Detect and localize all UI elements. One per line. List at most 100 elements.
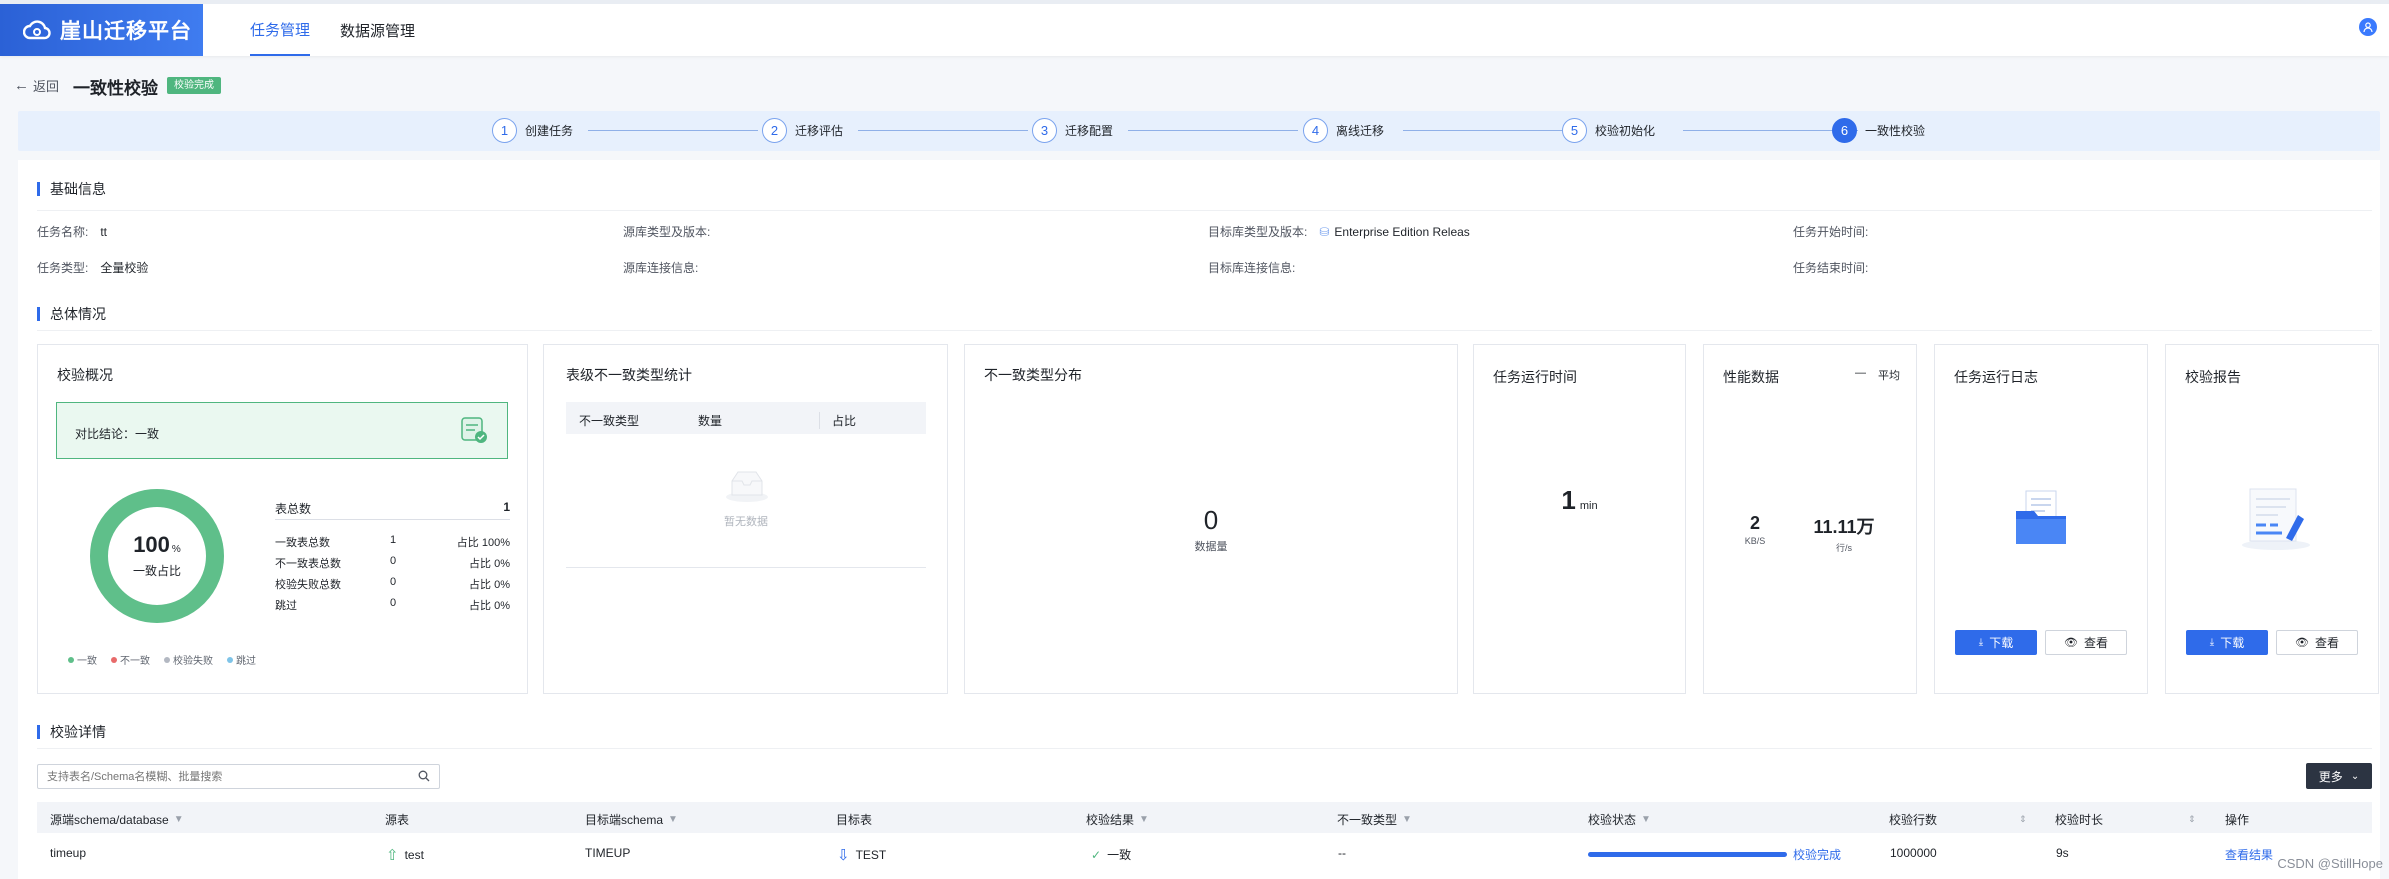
label: 任务名称: [37,225,89,239]
col-status[interactable]: 校验状态 ▼ [1588,811,1651,828]
status-progress-bar [1588,852,1787,857]
filter-icon[interactable]: ▼ [668,814,678,825]
section-title-basic: 基础信息 [37,182,106,196]
legend-item[interactable]: 一致 [68,652,97,667]
step-connector [858,130,1028,131]
end-time-field: 任务结束时间: [1793,259,1880,276]
step-offline-migration[interactable]: 4 离线迁移 [1303,118,1384,143]
value: Enterprise Edition Releas [1334,225,1470,239]
step-label: 一致性校验 [1865,124,1926,138]
user-avatar-icon[interactable] [2359,18,2377,36]
nav-datasource-management[interactable]: 数据源管理 [340,4,415,56]
col-src-schema[interactable]: 源端schema/database ▼ [50,811,184,828]
view-result-link[interactable]: 查看结果 [2225,846,2273,863]
search-input[interactable] [38,765,398,788]
eye-icon: 👁 [2295,637,2309,649]
col-result[interactable]: 校验结果 ▼ [1086,811,1149,828]
sort-icon[interactable]: ⇕ [2188,814,2196,825]
col-src-table: 源表 [385,811,409,828]
card-title: 校验概况 [57,367,113,383]
nav-task-management[interactable]: 任务管理 [250,4,311,56]
button-label: 查看 [2083,636,2108,650]
stat-label: 一致表总数 [275,537,330,549]
label: 源库连接信息: [623,261,699,275]
col-duration[interactable]: 校验时长 ⇕ [2055,811,2196,828]
distribution-value: 0 [1203,505,1219,535]
step-assessment[interactable]: 2 迁移评估 [762,118,843,143]
search-icon[interactable] [418,769,430,787]
app-title: 崖山迁移平台 [60,20,192,43]
arrow-up-icon: ⇧ [386,847,399,864]
column-label: 目标端schema [585,813,664,827]
step-connector [588,130,758,131]
divider [37,210,2372,211]
perf-rows: 11.11万 行/s [1804,513,1884,554]
runtime-value-box: 1 min [1474,485,1685,516]
perf-mode-label: 平均 [1878,370,1900,382]
col-action: 操作 [2225,811,2249,828]
legend-label: 跳过 [236,656,256,667]
filter-icon[interactable]: ▼ [1139,814,1149,825]
legend-item[interactable]: 校验失败 [164,652,213,667]
legend-item[interactable]: 跳过 [227,652,256,667]
tgt-conn-field: 目标库连接信息: [1208,259,1307,276]
filter-icon[interactable]: ▼ [1402,814,1412,825]
start-time-field: 任务开始时间: [1793,223,1880,240]
cell-src-table: ⇧ test [386,846,424,864]
perf-mode-toggle[interactable]: — 平均 [1855,367,1900,383]
more-button[interactable]: 更多 ⌄ [2306,763,2372,789]
column-header: 占比 [819,412,856,429]
step-check-init[interactable]: 5 校验初始化 [1562,118,1655,143]
arrow-down-icon: ⇩ [837,847,850,864]
back-link[interactable]: ← 返回 [14,76,59,95]
src-conn-field: 源库连接信息: [623,259,710,276]
label: 目标库连接信息: [1208,261,1296,275]
db-icon: ⛁ [1319,225,1330,239]
label: 任务类型: [37,261,89,275]
legend-label: 不一致 [120,656,150,667]
empty-box-icon [724,469,770,508]
progress-steps: 1 创建任务 2 迁移评估 3 迁移配置 4 离线迁移 5 校验初始化 6 一致性校验 [18,111,2380,151]
brand[interactable]: 崖山迁移平台 [0,4,203,56]
runtime-card: 任务运行时间 1 min [1473,344,1686,694]
distribution-card: 不一致类型分布 0 数据量 [964,344,1458,694]
cell-duration: 9s [2056,846,2069,860]
col-tgt-schema[interactable]: 目标端schema ▼ [585,811,678,828]
log-view-button[interactable]: 👁 查看 [2045,630,2127,655]
folder-doc-icon [2012,489,2072,552]
report-view-button[interactable]: 👁 查看 [2276,630,2358,655]
step-create-task[interactable]: 1 创建任务 [492,118,573,143]
search-box[interactable] [37,764,440,789]
filter-icon[interactable]: ▼ [174,814,184,825]
log-download-button[interactable]: ⤓ 下载 [1955,630,2037,655]
legend-dot [68,656,74,663]
tgt-type-field: 目标库类型及版本: ⛁ Enterprise Edition Releas [1208,223,1470,240]
button-label: 下载 [2220,636,2245,650]
report-download-button[interactable]: ⤓ 下载 [2186,630,2268,655]
col-row-count[interactable]: 校验行数 ⇕ [1889,811,2027,828]
distribution-center: 0 数据量 [965,505,1457,554]
filter-icon[interactable]: ▼ [1641,814,1651,825]
card-title: 表级不一致类型统计 [566,367,692,383]
chevron-down-icon: ⌄ [2350,770,2360,782]
stat-label: 跳过 [275,600,297,612]
col-diff-type[interactable]: 不一致类型 ▼ [1337,811,1412,828]
value: 全量校验 [100,261,149,275]
step-consistency-check[interactable]: 6 一致性校验 [1832,118,1925,143]
stat-count: 0 [390,555,397,567]
divider [37,748,2372,749]
back-label: 返回 [33,79,60,94]
step-number: 4 [1303,118,1328,143]
sort-icon[interactable]: ⇕ [2019,814,2027,825]
cell-tgt-schema: TIMEUP [585,846,631,860]
card-title: 任务运行时间 [1493,369,1577,385]
stat-label: 校验失败总数 [275,579,341,591]
top-bar: 崖山迁移平台 任务管理 数据源管理 [0,0,2389,56]
legend-dot [111,656,117,663]
cell-src-schema: timeup [50,846,87,860]
legend-item[interactable]: 不一致 [111,652,150,667]
step-config[interactable]: 3 迁移配置 [1032,118,1113,143]
percent-unit: % [171,544,181,555]
stat-label: 不一致表总数 [275,558,341,570]
stat-ratio: 占比 100% [456,537,510,549]
